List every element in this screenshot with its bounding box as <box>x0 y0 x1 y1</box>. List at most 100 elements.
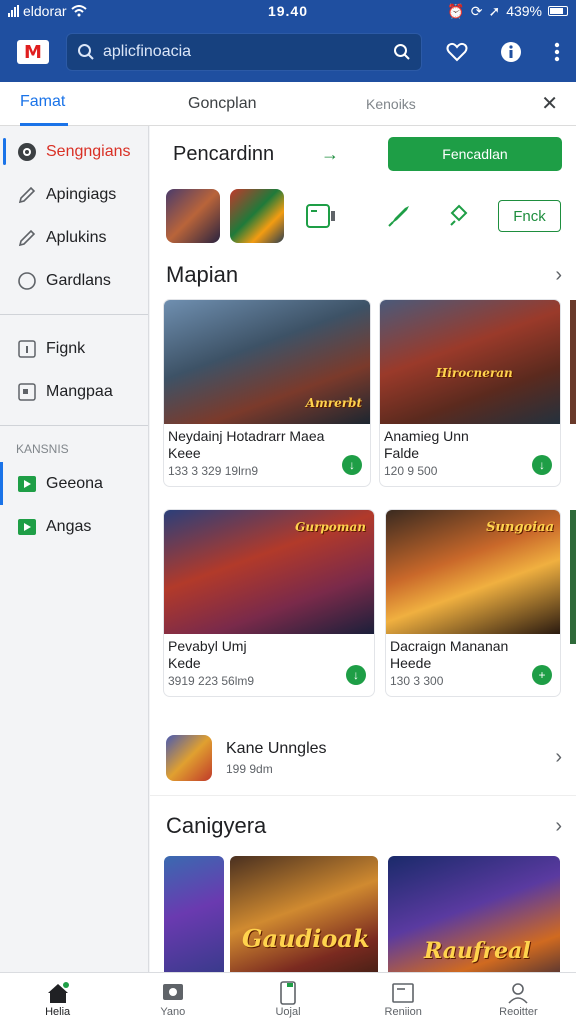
sidebar-item-label: Fignk <box>46 339 86 357</box>
game-artwork: Hirocneran <box>380 300 560 424</box>
battery-percent: 439% <box>506 3 542 19</box>
sidebar-item-gardlans[interactable]: Gardlans <box>0 259 148 302</box>
board-icon <box>391 980 415 1006</box>
game-artwork[interactable]: Raufreal <box>388 856 560 972</box>
game-artwork: Sungoiaa <box>386 510 560 634</box>
download-icon[interactable]: ↓ <box>532 455 552 475</box>
nav-label: Yano <box>160 1005 186 1018</box>
alarm-icon: ⏰ <box>447 2 465 19</box>
section-header[interactable]: Canigyera › <box>150 796 576 856</box>
sidebar: Sengngians Apingiags Aplukins Gardlans F… <box>0 126 149 972</box>
sidebar-item-label: Aplukins <box>46 228 107 246</box>
app-card[interactable]: Hirocneran Anamieg Unn Falde 120 9 500 ↓ <box>380 300 560 486</box>
card-subtitle: Falde <box>384 445 420 461</box>
pin-icon[interactable] <box>432 189 486 243</box>
square-info-icon <box>16 338 38 360</box>
sidebar-item-label: Geeona <box>46 474 103 492</box>
app-card[interactable]: Gurpoman Pevabyl Umj Kede 3919 223 56lm9… <box>164 510 374 696</box>
sidebar-section-label: KANSNIS <box>16 442 69 456</box>
circle-icon <box>16 270 38 292</box>
sidebar-item-label: Angas <box>46 517 92 535</box>
heart-icon[interactable] <box>446 42 468 62</box>
sidebar-item-label: Gardlans <box>46 271 111 289</box>
status-bar: eldorar 19.40 ⏰ ⟳ ➚ 439% <box>0 0 576 22</box>
tab-famat[interactable]: Famat <box>20 82 68 126</box>
chevron-right-icon[interactable]: › <box>555 264 562 287</box>
nav-uojal[interactable]: Uojal <box>230 973 345 1024</box>
nav-reniion[interactable]: Reniion <box>346 973 461 1024</box>
battery-icon <box>548 6 568 16</box>
search-icon <box>78 44 94 60</box>
card-peek <box>570 300 576 424</box>
sidebar-item-apingiags[interactable]: Apingiags <box>0 173 148 216</box>
sidebar-item-fignk[interactable]: Fignk <box>0 327 148 370</box>
nav-home[interactable]: Helia <box>0 973 115 1024</box>
card-meta: 133 3 329 19lrn9 <box>168 464 259 478</box>
tab-bar: Famat Goncplan Kenoiks ✕ <box>0 82 576 126</box>
game-artwork[interactable]: Gaudioak <box>230 856 378 972</box>
sidebar-item-label: Mangpaa <box>46 382 113 400</box>
art-title: Gurpoman <box>295 520 366 534</box>
art-title: Sungoiaa <box>486 520 554 535</box>
rocket-icon[interactable] <box>372 189 426 243</box>
list-item[interactable]: Kane Unngles 199 9dm › <box>150 720 576 796</box>
device-icon[interactable] <box>294 189 348 243</box>
card-title: Anamieg Unn <box>384 428 469 444</box>
search-input[interactable]: aplicfinoacia <box>66 33 422 71</box>
nav-label: Uojal <box>275 1005 301 1018</box>
sidebar-item-label: Sengngians <box>46 142 131 160</box>
card-subtitle: Keee <box>168 445 201 461</box>
app-icon[interactable] <box>230 189 284 243</box>
chevron-right-icon[interactable]: › <box>555 746 562 769</box>
image-icon <box>16 381 38 403</box>
nav-reoitter[interactable]: Reoitter <box>461 973 576 1024</box>
app-logo[interactable]: M <box>0 22 66 82</box>
arrow-right-icon[interactable]: → <box>321 144 388 165</box>
more-vert-icon[interactable] <box>554 42 560 62</box>
sidebar-item-sengngians[interactable]: Sengngians <box>0 130 148 173</box>
card-title: Neydainj Hotadrarr Maea <box>168 428 325 444</box>
green-play-icon <box>16 516 38 538</box>
pencil-icon <box>16 227 38 249</box>
close-icon[interactable]: ✕ <box>541 91 558 116</box>
section-header[interactable]: Mapian › <box>150 250 576 300</box>
clock: 19.40 <box>267 3 309 19</box>
game-artwork[interactable] <box>164 856 224 972</box>
tab-goncplan[interactable]: Goncplan <box>188 82 278 126</box>
card-meta: 3919 223 56lm9 <box>168 674 255 688</box>
art-title: Amrerbt <box>305 396 362 410</box>
info-icon[interactable] <box>500 41 522 63</box>
sidebar-item-angas[interactable]: Angas <box>0 505 148 548</box>
wifi-icon <box>70 5 87 17</box>
art-title: Hirocneran <box>436 366 513 380</box>
app-card[interactable]: Amrerbt Neydainj Hotadrarr Maea Keee 133… <box>164 300 370 486</box>
sidebar-item-aplukins[interactable]: Aplukins <box>0 216 148 259</box>
nav-yano[interactable]: Yano <box>115 973 230 1024</box>
filter-button[interactable]: Fnck <box>498 200 561 232</box>
carrier-name: eldorar <box>23 3 67 19</box>
card-peek <box>570 510 576 644</box>
app-card[interactable]: Sungoiaa Dacraign Mananan Heede 130 3 30… <box>386 510 560 696</box>
tab-kenoiks[interactable]: Kenoiks <box>366 82 486 126</box>
green-play-icon <box>16 473 38 495</box>
bottom-navigation: Helia Yano Uojal Reniion Reoitter <box>0 972 576 1024</box>
sidebar-item-geeona[interactable]: Geeona <box>0 462 148 505</box>
download-icon[interactable]: ↓ <box>346 665 366 685</box>
nav-label: Helia <box>45 1005 71 1018</box>
chevron-right-icon[interactable]: › <box>555 815 562 838</box>
game-artwork: Gurpoman <box>164 510 374 634</box>
app-icon[interactable] <box>166 189 220 243</box>
sidebar-item-mangpaa[interactable]: Mangpaa <box>0 370 148 413</box>
card-title: Pevabyl Umj <box>168 638 247 654</box>
search-submit-icon[interactable] <box>393 43 411 61</box>
card-meta: 120 9 500 <box>384 464 438 478</box>
sidebar-divider <box>0 425 148 426</box>
primary-action-button[interactable]: Fencadlan <box>388 137 562 171</box>
download-icon[interactable]: ↓ <box>342 455 362 475</box>
list-item-meta: 199 9dm <box>226 761 273 776</box>
sidebar-item-label: Apingiags <box>46 185 117 203</box>
art-title: Gaudioak <box>242 924 370 953</box>
download-icon[interactable]: + <box>532 665 552 685</box>
card-subtitle: Kede <box>168 655 201 671</box>
phone-icon <box>278 980 298 1006</box>
